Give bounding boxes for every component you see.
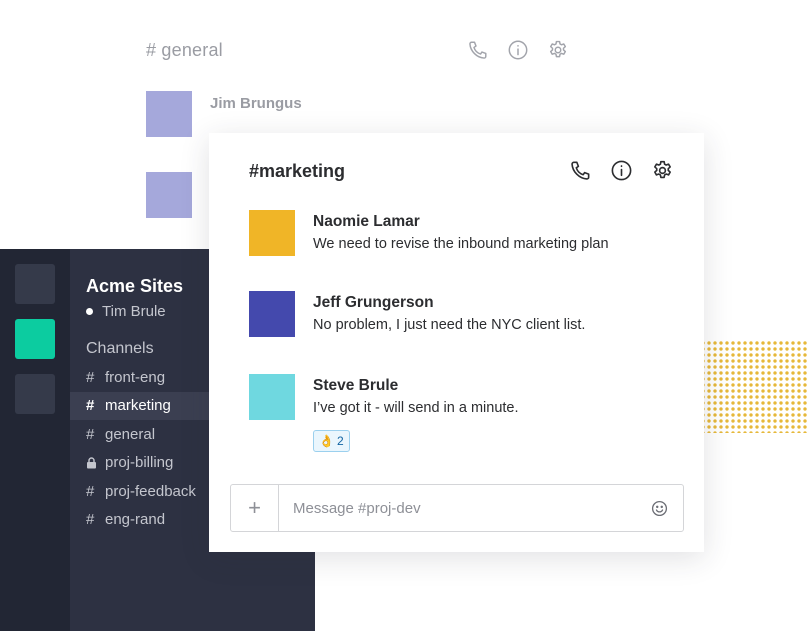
phone-icon[interactable] [466,38,490,62]
workspace-name[interactable]: Acme Sites [86,276,183,297]
avatar[interactable] [249,374,295,420]
hash-icon: # [86,511,95,529]
message-input[interactable] [279,485,635,531]
hash-icon: # [86,368,95,386]
workspace-switcher-item-active[interactable] [15,319,55,359]
info-icon[interactable] [506,38,530,62]
phone-icon[interactable] [568,158,592,182]
message-composer: + [230,484,684,532]
hash-icon: # [86,397,95,415]
avatar[interactable] [249,210,295,256]
add-attachment-button[interactable]: + [231,485,279,531]
message-author[interactable]: Naomie Lamar [313,213,420,231]
channel-label: eng-rand [105,511,166,529]
message-text: We need to revise the inbound marketing … [313,236,609,252]
workspace-rail [0,249,70,631]
reaction-count: 2 [336,434,344,448]
smiley-icon[interactable] [635,485,683,531]
channel-label: front-eng [105,368,166,386]
background-channel-actions [466,38,570,62]
message-text: No problem, I just need the NYC client l… [313,317,586,333]
hash-icon: # [86,425,95,443]
presence-icon [86,308,93,315]
channel-panel: #marketing Naomie Lamar We need to revis… [209,133,704,552]
background-channel-title: # general [146,40,223,60]
background-message-author: Jim Brungus [210,95,302,112]
reaction-badge[interactable]: 👌 2 [313,430,350,452]
channel-label: proj-feedback [105,482,196,500]
message-author[interactable]: Jeff Grungerson [313,294,434,312]
channel-label: marketing [105,397,171,415]
avatar [146,91,192,137]
avatar [146,172,192,218]
channel-label: proj-billing [105,454,174,472]
lock-icon [86,457,105,469]
ok-hand-emoji-icon: 👌 [319,434,334,448]
avatar[interactable] [249,291,295,337]
channel-label: general [105,425,156,443]
current-user[interactable]: Tim Brule [86,303,166,320]
channel-actions [568,158,674,182]
hash-icon: # [86,482,95,500]
message-author[interactable]: Steve Brule [313,377,398,395]
message-text: I’ve got it - will send in a minute. [313,400,519,416]
workspace-switcher-item[interactable] [15,374,55,414]
channels-heading[interactable]: Channels [86,340,154,358]
gear-icon[interactable] [650,158,674,182]
gear-icon[interactable] [546,38,570,62]
workspace-switcher-item[interactable] [15,264,55,304]
info-icon[interactable] [609,158,633,182]
channel-title: #marketing [249,161,346,181]
user-name: Tim Brule [102,303,166,320]
